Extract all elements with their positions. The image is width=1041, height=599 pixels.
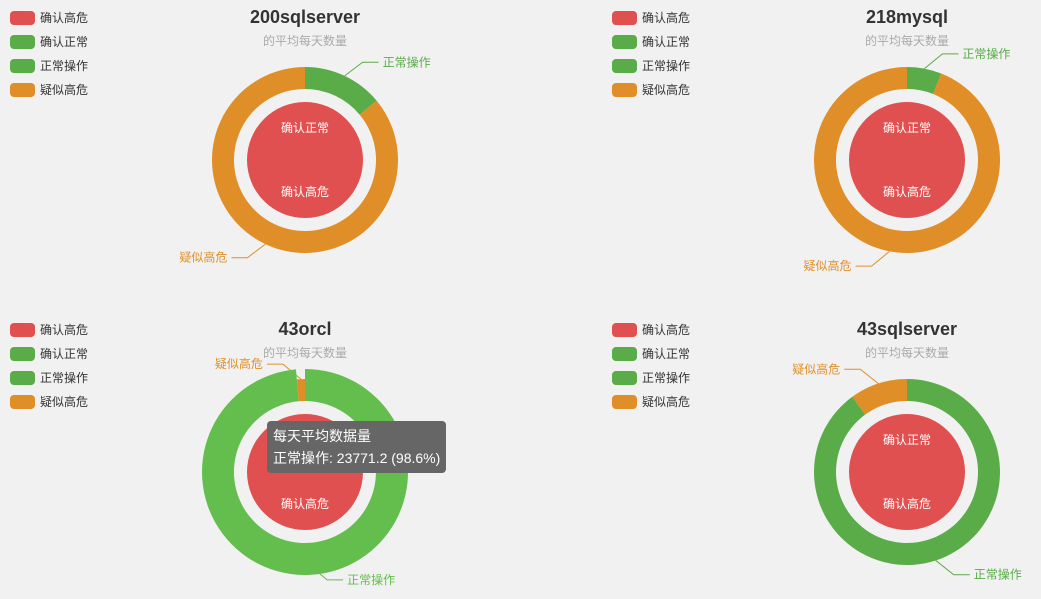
- legend-swatch: [10, 83, 35, 97]
- label-leader-line: [935, 560, 970, 576]
- legend-item[interactable]: 正常操作: [612, 371, 690, 385]
- outer-slice-label: 疑似高危: [179, 250, 227, 265]
- chart-title: 218mysql: [865, 7, 949, 27]
- legend-item[interactable]: 确认正常: [10, 35, 88, 49]
- inner-slice-label: 确认高危: [883, 184, 931, 199]
- chart-subtitle: 的平均每天数量: [864, 34, 949, 48]
- legend-label: 确认正常: [642, 35, 691, 49]
- legend-swatch: [10, 59, 35, 73]
- outer-slice-label: 正常操作: [974, 567, 1022, 582]
- chart-subtitle: 的平均每天数量: [262, 34, 347, 48]
- legend-label: 疑似高危: [40, 395, 89, 409]
- legend-item[interactable]: 疑似高危: [10, 395, 88, 409]
- legend-item[interactable]: 确认高危: [612, 11, 690, 25]
- legend-swatch: [10, 371, 35, 385]
- inner-slice-label: 确认高危: [281, 496, 329, 511]
- legend-item[interactable]: 确认高危: [612, 323, 690, 337]
- legend-item[interactable]: 正常操作: [10, 371, 88, 385]
- legend-label: 确认高危: [40, 323, 89, 337]
- legend-label: 疑似高危: [642, 395, 691, 409]
- legend: 确认高危 确认正常 正常操作 疑似高危: [612, 11, 690, 107]
- legend-label: 正常操作: [40, 59, 89, 73]
- legend-label: 确认正常: [642, 347, 691, 361]
- legend-item[interactable]: 疑似高危: [612, 395, 690, 409]
- legend-swatch: [10, 11, 35, 25]
- inner-slice-label: 确认正常: [883, 121, 931, 135]
- legend-item[interactable]: 疑似高危: [612, 83, 690, 97]
- legend-item[interactable]: 确认正常: [612, 347, 690, 361]
- chart-title: 43orcl: [278, 319, 332, 339]
- legend-label: 正常操作: [642, 371, 691, 385]
- legend-item[interactable]: 疑似高危: [10, 83, 88, 97]
- label-leader-line: [231, 243, 266, 259]
- outer-slice-label: 疑似高危: [804, 258, 852, 273]
- legend-item[interactable]: 正常操作: [612, 59, 690, 73]
- legend-swatch: [612, 83, 637, 97]
- legend-swatch: [612, 35, 637, 49]
- chart-title: 43sqlserver: [856, 319, 958, 339]
- inner-ring-slice[interactable]: [247, 102, 363, 218]
- tooltip-title: 每天平均数据量: [273, 428, 371, 444]
- inner-slice-label: 确认正常: [281, 121, 329, 135]
- legend-item[interactable]: 确认正常: [10, 347, 88, 361]
- label-leader-line: [344, 61, 379, 77]
- chart-panel: 确认高危确认正常正常操作疑似高危 确认高危 确认正常 正常操作 疑似高危 43o…: [0, 312, 447, 599]
- legend-label: 疑似高危: [642, 83, 691, 97]
- legend-swatch: [612, 59, 637, 73]
- legend-item[interactable]: 确认高危: [10, 11, 88, 25]
- legend-swatch: [10, 395, 35, 409]
- outer-slice-label: 疑似高危: [792, 361, 840, 376]
- legend-swatch: [612, 11, 637, 25]
- legend: 确认高危 确认正常 正常操作 疑似高危: [10, 323, 88, 419]
- chart-title: 200sqlserver: [249, 7, 361, 27]
- legend-label: 确认正常: [40, 347, 89, 361]
- legend-label: 确认高危: [642, 11, 691, 25]
- outer-slice-label: 正常操作: [347, 572, 395, 587]
- legend-swatch: [10, 347, 35, 361]
- inner-slice-label: 确认高危: [883, 496, 931, 511]
- inner-ring-slice[interactable]: [849, 102, 965, 218]
- chart-panel: 确认高危 确认正常 正常操作 疑似高危 确认高危 确认正常 正常操作 疑似高危 200…: [0, 0, 439, 287]
- legend-item[interactable]: 确认正常: [612, 35, 690, 49]
- legend-item[interactable]: 正常操作: [10, 59, 88, 73]
- legend-label: 确认高危: [642, 323, 691, 337]
- legend-swatch: [10, 35, 35, 49]
- legend-swatch: [612, 395, 637, 409]
- legend-swatch: [612, 323, 637, 337]
- slices: [814, 67, 1001, 254]
- legend-label: 正常操作: [40, 371, 89, 385]
- chart-panel: 确认高危 确认正常 正常操作 疑似高危 确认高危 确认正常 正常操作 疑似高危 218…: [602, 0, 1041, 287]
- label-leader-line: [844, 368, 879, 384]
- legend-label: 正常操作: [642, 59, 691, 73]
- legend-label: 疑似高危: [40, 83, 89, 97]
- label-leader-line: [924, 53, 959, 70]
- legend-swatch: [10, 323, 35, 337]
- legend-label: 确认高危: [40, 11, 89, 25]
- outer-slice-label: 正常操作: [383, 54, 431, 69]
- tooltip-item: 正常操作: 23771.2 (98.6%): [273, 450, 441, 466]
- slices: [814, 379, 1001, 565]
- legend-swatch: [612, 371, 637, 385]
- legend-item[interactable]: 确认高危: [10, 323, 88, 337]
- label-leader-line: [855, 250, 890, 267]
- legend-label: 确认正常: [40, 35, 89, 49]
- inner-slice-label: 确认高危: [281, 184, 329, 199]
- inner-slice-label: 确认正常: [883, 433, 931, 447]
- legend: 确认高危 确认正常 正常操作 疑似高危: [10, 11, 88, 107]
- chart-panel: 确认高危 确认正常 正常操作 疑似高危 确认高危 确认正常 正常操作 疑似高危 43s…: [602, 312, 1041, 599]
- legend: 确认高危 确认正常 正常操作 疑似高危: [612, 323, 690, 419]
- slices: [212, 67, 399, 253]
- legend-swatch: [612, 347, 637, 361]
- tooltip: 每天平均数据量 正常操作: 23771.2 (98.6%): [267, 421, 447, 473]
- chart-subtitle: 的平均每天数量: [864, 346, 949, 360]
- inner-ring-slice[interactable]: [849, 414, 965, 530]
- chart-subtitle: 的平均每天数量: [262, 346, 347, 360]
